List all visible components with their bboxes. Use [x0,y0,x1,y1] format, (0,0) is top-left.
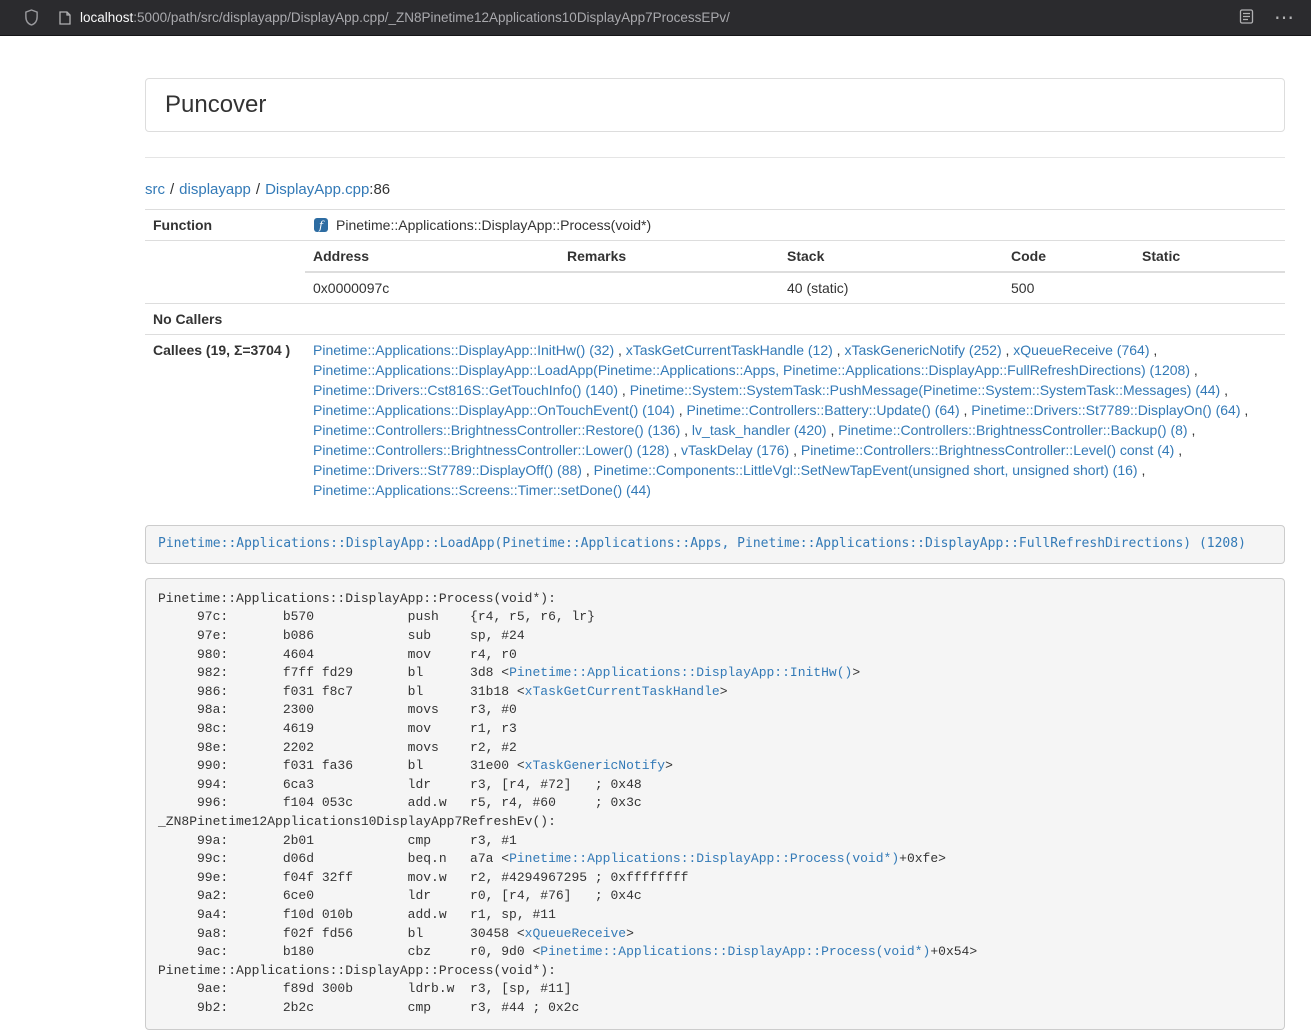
callee-separator: , [833,342,845,358]
disassembly-code: Pinetime::Applications::DisplayApp::Proc… [158,591,977,1015]
callee-link[interactable]: xTaskGenericNotify (252) [844,342,1001,358]
callee-separator: , [1220,382,1228,398]
stats-header-row: Address Remarks Stack Code Static [305,241,1285,272]
stats-table: Address Remarks Stack Code Static 0x0000… [305,241,1285,303]
function-row-label: Function [145,210,305,241]
breadcrumb-link-file[interactable]: DisplayApp.cpp [265,181,369,198]
breadcrumb-separator: / [256,181,260,198]
callee-separator: , [614,342,626,358]
callee-link[interactable]: Pinetime::System::SystemTask::PushMessag… [630,382,1221,398]
callees-row-label: Callees (19, Σ=3704 ) [145,335,305,506]
callee-separator: , [1149,342,1157,358]
page-title: Puncover [165,92,1265,118]
callee-link[interactable]: xQueueReceive (764) [1013,342,1149,358]
asm-symbol-link[interactable]: Pinetime::Applications::DisplayApp::Proc… [540,944,930,959]
callee-link[interactable]: Pinetime::Controllers::BrightnessControl… [313,442,669,458]
callee-link[interactable]: xTaskGetCurrentTaskHandle (12) [626,342,833,358]
stats-header-remarks: Remarks [559,241,779,272]
stats-value-row: 0x0000097c 40 (static) 500 [305,272,1285,303]
callee-link[interactable]: Pinetime::Drivers::St7789::DisplayOff() … [313,462,582,478]
callee-separator: , [618,382,630,398]
highlighted-symbol-link[interactable]: Pinetime::Applications::DisplayApp::Load… [158,536,1246,551]
stats-code: 500 [1003,272,1134,303]
table-row-stats: Address Remarks Stack Code Static 0x0000… [145,241,1285,304]
callee-separator: , [680,422,692,438]
breadcrumb-link-src[interactable]: src [145,181,165,198]
callee-link[interactable]: lv_task_handler (420) [692,422,827,438]
stats-header-code: Code [1003,241,1134,272]
callee-link[interactable]: Pinetime::Applications::DisplayApp::Load… [313,362,1190,378]
stats-header-static: Static [1134,241,1285,272]
stats-address: 0x0000097c [305,272,559,303]
reader-mode-icon[interactable] [1239,9,1254,27]
callee-link[interactable]: Pinetime::Components::LittleVgl::SetNewT… [594,462,1138,478]
highlighted-symbol-box: Pinetime::Applications::DisplayApp::Load… [145,525,1285,564]
page-info-icon[interactable] [59,11,71,25]
asm-symbol-link[interactable]: xQueueReceive [525,926,626,941]
asm-symbol-link[interactable]: Pinetime::Applications::DisplayApp::Init… [509,665,852,680]
function-name: Pinetime::Applications::DisplayApp::Proc… [336,215,651,235]
stats-header-stack: Stack [779,241,1003,272]
stats-static [1134,272,1285,303]
callee-link[interactable]: Pinetime::Controllers::BrightnessControl… [838,422,1187,438]
callee-link[interactable]: Pinetime::Applications::DisplayApp::OnTo… [313,402,675,418]
page-container: Puncover src / displayapp / DisplayApp.cpp:8… [145,78,1285,1030]
stats-stack: 40 (static) [779,272,1003,303]
browser-chrome: localhost:5000/path/src/displayapp/Displ… [0,0,1311,36]
callee-link[interactable]: Pinetime::Drivers::St7789::DisplayOn() (… [971,402,1240,418]
url-host: localhost [80,10,133,25]
callees-list: Pinetime::Applications::DisplayApp::Init… [305,335,1285,506]
tracking-protection-shield-icon[interactable] [24,9,39,26]
function-type-icon: f [313,217,329,233]
asm-symbol-link[interactable]: xTaskGetCurrentTaskHandle [525,684,720,699]
callee-link[interactable]: Pinetime::Drivers::Cst816S::GetTouchInfo… [313,382,618,398]
callee-separator: , [582,462,594,478]
callee-separator: , [669,442,681,458]
callee-link[interactable]: Pinetime::Applications::DisplayApp::Init… [313,342,614,358]
callee-separator: , [1241,402,1249,418]
url-path: :5000/path/src/displayapp/DisplayApp.cpp… [133,10,730,25]
disassembly: Pinetime::Applications::DisplayApp::Proc… [145,578,1285,1030]
stats-header-address: Address [305,241,559,272]
symbol-info-table: Function f Pinetime::Applications::Displ… [145,209,1285,505]
callee-separator: , [675,402,687,418]
table-row-function: Function f Pinetime::Applications::Displ… [145,210,1285,241]
asm-symbol-link[interactable]: xTaskGenericNotify [525,758,665,773]
callee-separator: , [1174,442,1182,458]
url-bar[interactable]: localhost:5000/path/src/displayapp/Displ… [59,10,1239,25]
callee-link[interactable]: Pinetime::Applications::Screens::Timer::… [313,482,651,498]
breadcrumb-separator: / [170,181,174,198]
callee-link[interactable]: Pinetime::Controllers::BrightnessControl… [801,442,1174,458]
breadcrumb-line-number: :86 [369,181,390,198]
callee-separator: , [1138,462,1146,478]
callee-separator: , [827,422,839,438]
callee-link[interactable]: Pinetime::Controllers::BrightnessControl… [313,422,680,438]
app-header-panel: Puncover [145,78,1285,132]
stats-remarks [559,272,779,303]
breadcrumb-link-displayapp[interactable]: displayapp [179,181,251,198]
callers-row-label: No Callers [145,304,305,335]
callee-link[interactable]: vTaskDelay (176) [681,442,789,458]
callee-separator: , [1002,342,1014,358]
table-row-callers: No Callers [145,304,1285,335]
asm-symbol-link[interactable]: Pinetime::Applications::DisplayApp::Proc… [509,851,899,866]
breadcrumb: src / displayapp / DisplayApp.cpp:86 [145,181,1285,198]
divider [145,157,1285,158]
table-row-callees: Callees (19, Σ=3704 ) Pinetime::Applicat… [145,335,1285,506]
callee-separator: , [1188,422,1196,438]
callee-separator: , [960,402,972,418]
overflow-menu-icon[interactable]: ⋯ [1272,8,1297,28]
callee-separator: , [789,442,801,458]
callee-separator: , [1190,362,1198,378]
callee-link[interactable]: Pinetime::Controllers::Battery::Update()… [687,402,960,418]
